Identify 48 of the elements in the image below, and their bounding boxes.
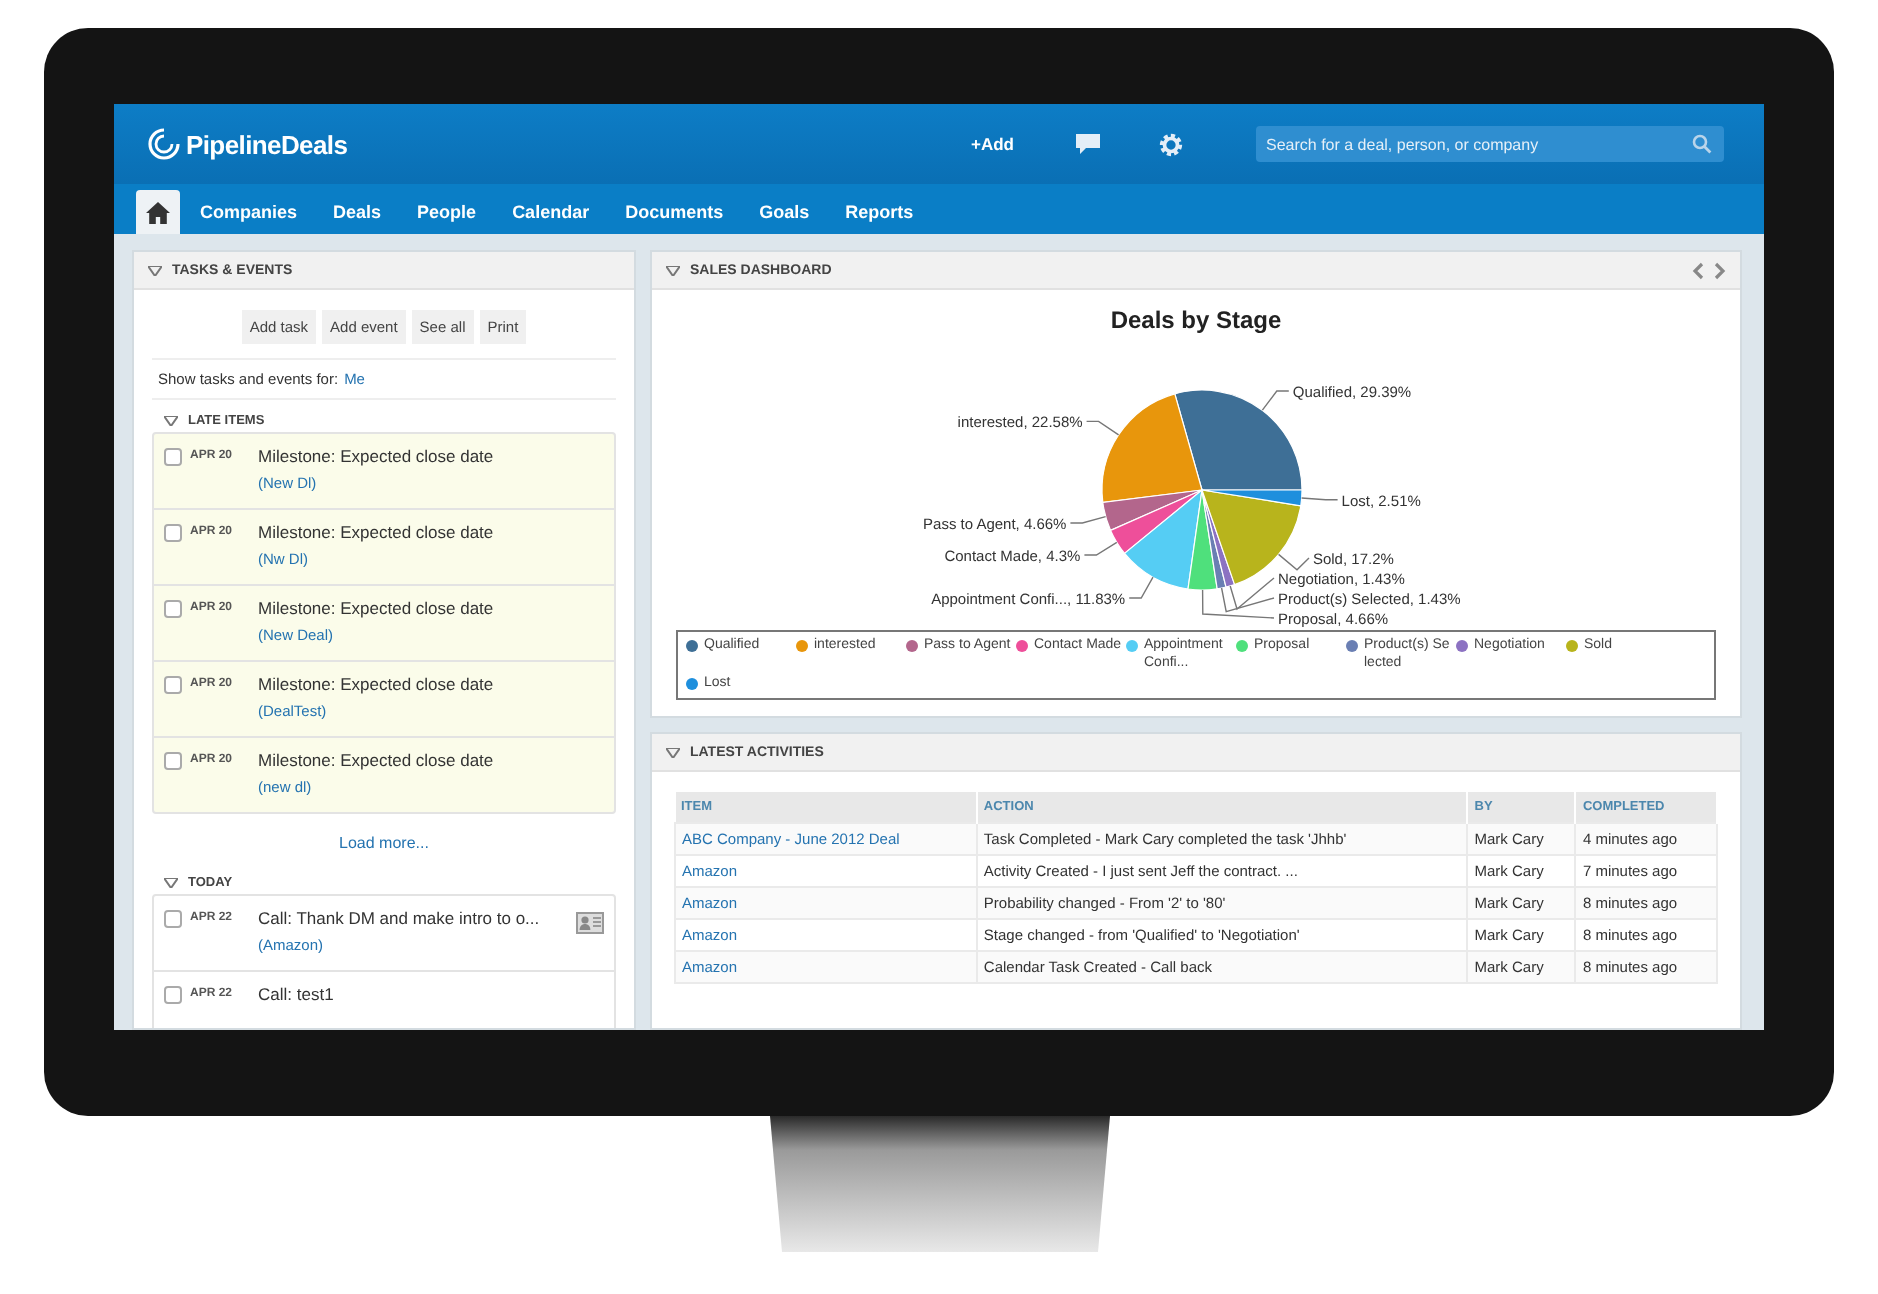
app-logo[interactable]: PipelineDeals: [186, 129, 348, 159]
task-title[interactable]: Milestone: Expected close date: [258, 446, 604, 466]
leader-line: [1261, 390, 1290, 411]
load-more-link[interactable]: Load more...: [152, 814, 616, 862]
leader-line: [1083, 541, 1118, 556]
chart-title: Deals by Stage: [1108, 304, 1284, 334]
add-button[interactable]: +Add: [967, 130, 1018, 158]
task-checkbox[interactable]: [164, 448, 182, 466]
swirl-logo-icon: [148, 128, 180, 160]
task-title[interactable]: Call: Thank DM and make intro to o...: [258, 908, 568, 928]
leader-line: [1277, 553, 1310, 571]
task-title[interactable]: Call: test1: [258, 984, 604, 1004]
search-field[interactable]: Search for a deal, person, or company: [1256, 126, 1724, 162]
collapse-icon[interactable]: [164, 878, 178, 888]
task-title[interactable]: Milestone: Expected close date: [258, 674, 604, 694]
next-icon[interactable]: [1714, 261, 1726, 279]
nav-tab[interactable]: People: [401, 190, 493, 234]
nav-tab[interactable]: Companies: [184, 190, 314, 234]
settings-icon[interactable]: [1158, 131, 1184, 157]
task-checkbox[interactable]: [164, 910, 182, 928]
home-tab[interactable]: [136, 190, 180, 234]
collapse-icon[interactable]: [148, 265, 162, 275]
task-checkbox[interactable]: [164, 676, 182, 694]
task-checkbox[interactable]: [164, 524, 182, 542]
task-title[interactable]: Milestone: Expected close date: [258, 522, 604, 542]
leader-line: [1300, 497, 1339, 501]
nav-tab[interactable]: Calendar: [496, 190, 606, 234]
task-title[interactable]: Milestone: Expected close date: [258, 598, 604, 618]
collapse-icon[interactable]: [164, 416, 178, 426]
task-checkbox[interactable]: [164, 986, 182, 1004]
nav-tab[interactable]: Reports: [829, 190, 930, 234]
task-checkbox[interactable]: [164, 752, 182, 770]
task-checkbox[interactable]: [164, 600, 182, 618]
collapse-icon[interactable]: [666, 747, 680, 758]
home-icon: [146, 201, 170, 223]
search-icon: [1692, 134, 1712, 154]
collapse-icon[interactable]: [666, 265, 680, 275]
leader-line: [1128, 576, 1154, 599]
nav-tab[interactable]: Deals: [317, 190, 398, 234]
task-title[interactable]: Milestone: Expected close date: [258, 750, 604, 770]
contact-card-icon[interactable]: [576, 912, 604, 934]
leader-line: [1085, 420, 1120, 436]
chat-icon[interactable]: [1074, 132, 1102, 156]
previous-icon[interactable]: [1692, 261, 1704, 279]
leader-line: [1069, 515, 1107, 524]
leader-line: [1220, 587, 1275, 613]
nav-tab[interactable]: Documents: [609, 190, 740, 234]
nav-tab[interactable]: Goals: [743, 190, 826, 234]
